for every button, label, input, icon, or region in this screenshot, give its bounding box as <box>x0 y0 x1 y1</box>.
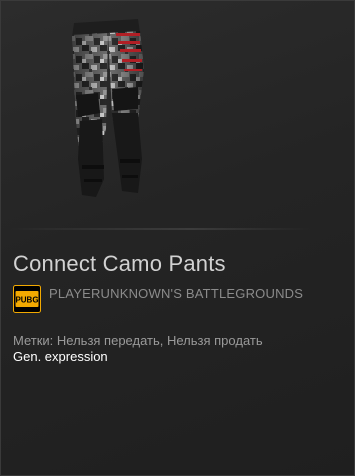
item-image[interactable] <box>46 9 171 207</box>
item-name: Connect Camo Pants <box>13 251 226 276</box>
game-info: PUBG PLAYERUNKNOWN'S BATTLEGROUNDS <box>13 285 303 315</box>
svg-text:PUBG: PUBG <box>15 296 38 305</box>
item-card: Connect Camo Pants PUBG PLAYERUNKNOWN'S … <box>0 0 355 476</box>
camo-pants-icon <box>72 19 144 197</box>
pubg-logo-icon: PUBG <box>13 285 41 313</box>
game-name: PLAYERUNKNOWN'S BATTLEGROUNDS <box>49 286 304 301</box>
gen-expression: Gen. expression <box>13 349 108 364</box>
item-tags: Метки: Нельзя передать, Нельзя продать <box>13 333 263 348</box>
divider <box>11 228 311 230</box>
